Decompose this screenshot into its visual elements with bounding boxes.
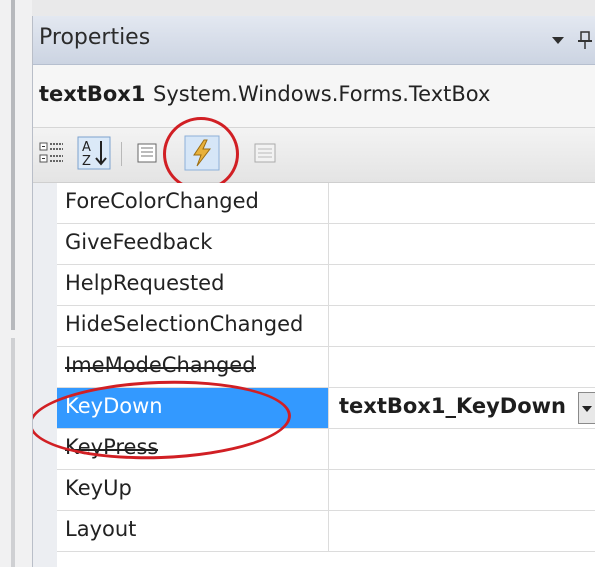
grid-divider: [328, 224, 329, 265]
properties-panel: Properties textBox1 System.Windows.Forms…: [32, 16, 595, 567]
grid-divider: [328, 347, 329, 388]
left-window-edge: [0, 0, 32, 567]
toolbar-separator: [121, 142, 122, 166]
event-name: Layout: [65, 517, 137, 541]
grid-divider: [328, 306, 329, 347]
events-grid: ForeColorChanged GiveFeedback HelpReques…: [33, 183, 595, 567]
svg-text:A: A: [82, 140, 91, 155]
property-pages-icon[interactable]: [251, 138, 281, 168]
pin-icon[interactable]: [578, 30, 592, 50]
event-handler-value[interactable]: textBox1_KeyDown: [339, 394, 566, 418]
event-name: GiveFeedback: [65, 230, 213, 254]
event-row-imemodechanged[interactable]: ImeModeChanged: [57, 347, 595, 388]
event-name: HelpRequested: [65, 271, 225, 295]
event-name: KeyDown: [65, 394, 163, 418]
grid-gutter: [33, 183, 57, 567]
event-name: ImeModeChanged: [65, 353, 256, 377]
event-row-hideselectionchanged[interactable]: HideSelectionChanged: [57, 306, 595, 347]
event-name: ForeColorChanged: [65, 189, 259, 213]
grid-divider: [328, 470, 329, 511]
object-selector[interactable]: textBox1 System.Windows.Forms.TextBox: [33, 65, 595, 128]
event-name: HideSelectionChanged: [65, 312, 304, 336]
object-type: System.Windows.Forms.TextBox: [153, 82, 491, 106]
event-row-keyup[interactable]: KeyUp: [57, 470, 595, 511]
events-lightning-icon[interactable]: [184, 135, 220, 171]
properties-icon[interactable]: [133, 138, 163, 168]
event-row-keypress[interactable]: KeyPress: [57, 429, 595, 470]
grid-divider: [328, 511, 329, 552]
properties-toolbar: A Z: [33, 128, 595, 183]
categorized-icon[interactable]: [37, 138, 67, 168]
grid-divider: [328, 265, 329, 306]
splitter-bar[interactable]: [11, 0, 15, 330]
dropdown-arrow-icon[interactable]: [552, 37, 564, 44]
object-name: textBox1: [39, 82, 146, 106]
event-name: KeyUp: [65, 476, 132, 500]
event-row-layout[interactable]: Layout: [57, 511, 595, 552]
splitter-bar-lower: [11, 338, 15, 567]
grid-divider: [328, 429, 329, 470]
alphabetical-icon[interactable]: A Z: [77, 136, 111, 170]
event-name: KeyPress: [65, 435, 159, 459]
handler-dropdown-button[interactable]: [578, 392, 595, 424]
event-row-givefeedback[interactable]: GiveFeedback: [57, 224, 595, 265]
svg-text:Z: Z: [82, 154, 91, 169]
event-row-helprequested[interactable]: HelpRequested: [57, 265, 595, 306]
panel-title: Properties: [39, 25, 151, 50]
event-row-keydown[interactable]: KeyDown textBox1_KeyDown: [57, 388, 595, 429]
grid-divider: [328, 183, 329, 224]
grid-divider: [328, 388, 329, 429]
panel-title-bar: Properties: [33, 16, 595, 65]
event-row-forecolorchanged[interactable]: ForeColorChanged: [57, 183, 595, 224]
